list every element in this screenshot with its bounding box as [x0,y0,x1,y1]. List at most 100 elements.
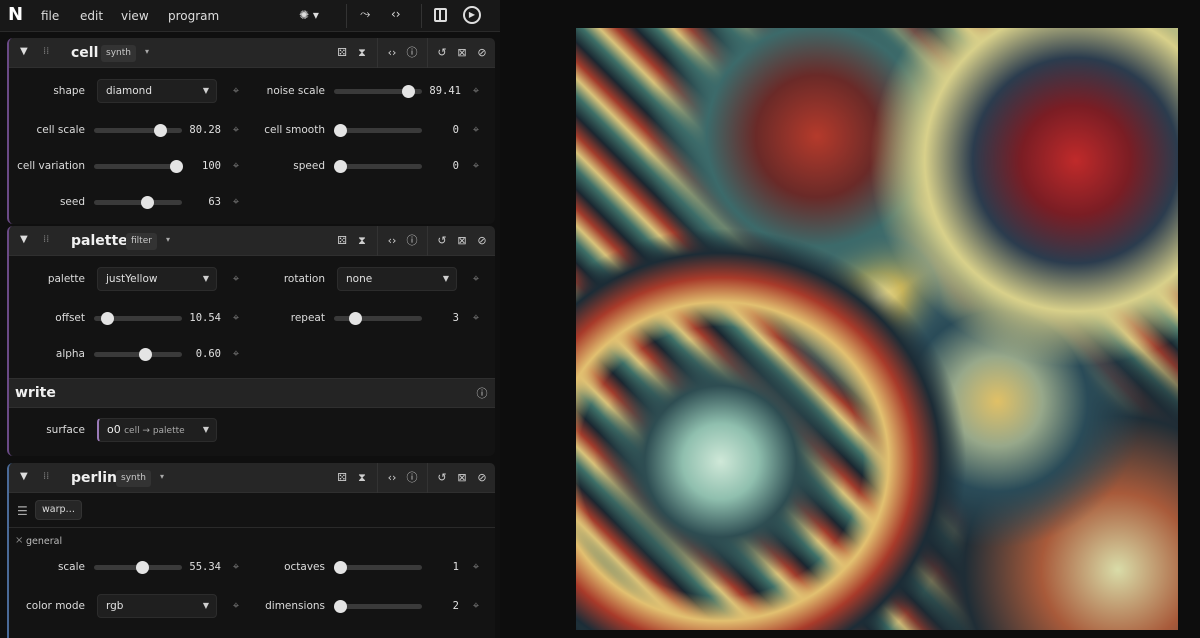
pin-icon[interactable]: ⌖ [471,311,481,325]
slider-knob[interactable] [334,600,347,613]
palette-panel: ▼ ⁞⁞ palette filter ▾ ⚄ ⧗ ‹› ⓘ ↺ ⊠ ⊘ pal… [7,226,495,456]
pin-icon[interactable]: ⌖ [471,599,481,613]
noise-scale-slider[interactable] [334,85,422,98]
drag-handle-icon[interactable]: ⁞⁞ [43,46,49,57]
palette-select[interactable]: justYellow ▼ [97,267,217,291]
color-mode-select[interactable]: rgb ▼ [97,594,217,618]
menu-view[interactable]: view [121,9,149,23]
effect-picker-icon[interactable]: ✺ ▾ [299,8,333,24]
route-icon[interactable]: ⤳ [360,7,376,23]
divider [377,463,378,493]
code-icon[interactable]: ‹› [391,7,409,23]
bypass-icon[interactable]: ⊘ [475,46,489,60]
hourglass-icon[interactable]: ⧗ [355,46,369,60]
collapse-icon[interactable]: ▼ [20,471,28,482]
surface-select[interactable]: o0 cell → palette ▼ [97,418,217,442]
reset-icon[interactable]: ↺ [435,46,449,60]
dimensions-value: 2 [452,600,459,612]
cell-panel: ▼ ⁞⁞ cell synth ▾ ⚄ ⧗ ‹› ⓘ ↺ ⊠ ⊘ shape d… [7,38,495,224]
drag-handle-icon[interactable]: ⁞⁞ [43,471,49,482]
collapse-icon[interactable]: ▼ [20,234,28,245]
bypass-icon[interactable]: ⊘ [475,471,489,485]
randomize-icon[interactable]: ⚄ [335,46,349,60]
play-cycle-icon[interactable]: ▶ [463,6,481,24]
pin-icon[interactable]: ⌖ [471,272,481,286]
info-icon[interactable]: ⓘ [405,234,419,248]
editor-pane: N file edit view program ✺ ▾ ⤳ ‹› ▶ ▼ ⁞⁞… [0,0,500,638]
app-logo[interactable]: N [8,5,28,25]
split-view-icon[interactable] [434,8,447,22]
code-icon[interactable]: ‹› [385,46,399,60]
code-icon[interactable]: ‹› [385,234,399,248]
slider-knob[interactable] [334,561,347,574]
bypass-icon[interactable]: ⊘ [475,234,489,248]
pin-icon[interactable]: ⌖ [231,347,241,361]
divider [421,4,422,28]
noise-scale-label: noise scale [266,85,325,97]
seed-slider[interactable] [94,196,182,209]
alpha-slider[interactable] [94,348,182,361]
delete-icon[interactable]: ⊠ [455,234,469,248]
perlin-header: ▼ ⁞⁞ perlin synth ▾ ⚄ ⧗ ‹› ⓘ ↺ ⊠ ⊘ [9,463,495,493]
slider-knob[interactable] [334,160,347,173]
chevron-down-icon[interactable]: ▾ [166,235,170,244]
palette-label: palette [47,273,85,285]
delete-icon[interactable]: ⊠ [455,471,469,485]
slider-knob[interactable] [334,124,347,137]
hourglass-icon[interactable]: ⧗ [355,234,369,248]
divider [346,4,347,28]
slider-knob[interactable] [101,312,115,325]
pin-icon[interactable]: ⌖ [471,84,481,98]
randomize-icon[interactable]: ⚄ [335,471,349,485]
shape-select[interactable]: diamond ▼ [97,79,217,103]
delete-icon[interactable]: ⊠ [455,46,469,60]
slider-knob[interactable] [140,196,154,209]
slider-knob[interactable] [136,561,150,574]
warp-button[interactable]: warp… [35,500,83,520]
reset-icon[interactable]: ↺ [435,471,449,485]
pin-icon[interactable]: ⌖ [471,560,481,574]
chevron-down-icon[interactable]: ▾ [160,472,164,481]
divider [377,226,378,256]
info-icon[interactable]: ⓘ [405,46,419,60]
slider-knob[interactable] [139,348,153,361]
chevron-down-icon[interactable]: ▾ [145,47,149,56]
pin-icon[interactable]: ⌖ [231,195,241,209]
info-icon[interactable]: ⓘ [405,471,419,485]
cell-smooth-value: 0 [452,124,459,136]
pin-icon[interactable]: ⌖ [471,123,481,137]
menu-file[interactable]: file [41,9,59,23]
divider [427,463,428,493]
palette-tag: filter [126,233,157,250]
menu-program[interactable]: program [168,9,219,23]
cell-scale-slider[interactable] [94,124,182,137]
slider-knob[interactable] [349,312,363,325]
reset-icon[interactable]: ↺ [435,234,449,248]
scale-slider[interactable] [94,561,182,574]
offset-slider[interactable] [94,312,182,325]
collapse-icon[interactable]: ▼ [20,46,28,57]
divider [427,226,428,256]
palette-value: justYellow [106,273,158,285]
seed-label: seed [59,196,85,208]
slider-knob[interactable] [154,124,167,137]
scale-label: scale [57,561,85,573]
render-canvas[interactable] [576,28,1178,630]
randomize-icon[interactable]: ⚄ [335,234,349,248]
shape-label: shape [53,85,85,97]
cell-header: ▼ ⁞⁞ cell synth ▾ ⚄ ⧗ ‹› ⓘ ↺ ⊠ ⊘ [9,38,495,68]
cell-variation-slider[interactable] [94,160,183,173]
cell-title: cell [71,45,99,61]
cell-variation-label: cell variation [17,160,85,172]
code-icon[interactable]: ‹› [385,471,399,485]
rotation-select[interactable]: none ▼ [337,267,457,291]
info-icon[interactable]: ⓘ [475,387,489,401]
hourglass-icon[interactable]: ⧗ [355,471,369,485]
sliders-icon[interactable]: ☰ [17,504,28,518]
menu-edit[interactable]: edit [80,9,103,23]
close-icon[interactable]: × [15,535,23,546]
drag-handle-icon[interactable]: ⁞⁞ [43,234,49,245]
divider [427,38,428,68]
pin-icon[interactable]: ⌖ [471,159,481,173]
octaves-label: octaves [284,561,325,573]
